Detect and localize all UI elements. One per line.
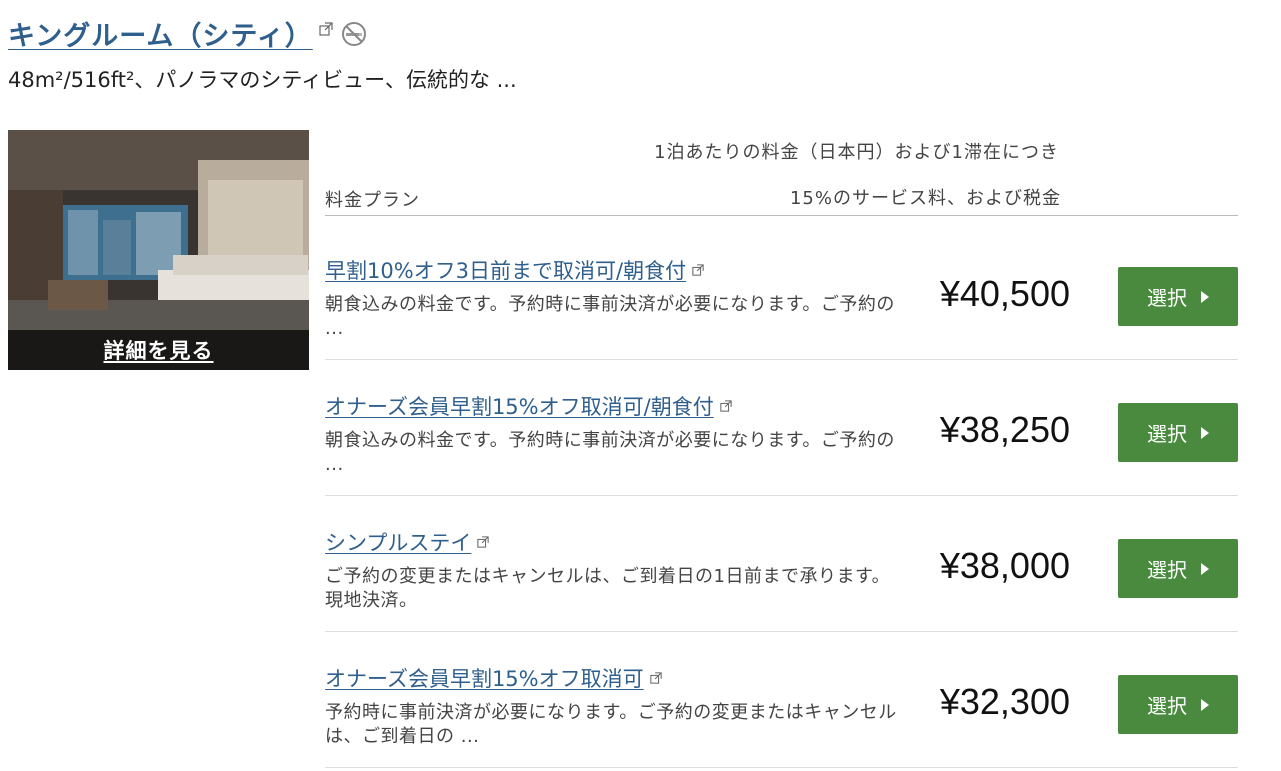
plan-description: 予約時に事前決済が必要になります。ご予約の変更またはキャンセルは、ご到着日の .… [325,702,897,747]
select-button[interactable]: 選択 [1118,403,1238,462]
select-button[interactable]: 選択 [1118,539,1238,598]
room-title-link[interactable]: キングルーム（シティ） [8,14,313,53]
plan-description: 朝食込みの料金です。予約時に事前決済が必要になります。ご予約の ... [325,430,895,475]
room-header: キングルーム（シティ） [8,14,367,53]
plan-name-label[interactable]: オナーズ会員早割15%オフ取消可/朝食付 [325,395,714,419]
select-button[interactable]: 選択 [1118,267,1238,326]
external-link-icon[interactable] [649,665,662,684]
select-button[interactable]: 選択 [1118,675,1238,734]
plan-price: ¥38,250 [939,409,1070,450]
plan-price: ¥40,500 [939,273,1070,314]
plan-description: 朝食込みの料金です。予約時に事前決済が必要になります。ご予約の ... [325,294,895,339]
caret-right-icon [1201,426,1209,439]
plan-name-link[interactable]: シンプルステイ [325,527,490,557]
plan-name-label[interactable]: シンプルステイ [325,531,471,555]
external-link-icon[interactable] [692,257,704,276]
plan-name-link[interactable]: オナーズ会員早割15%オフ取消可 [325,663,662,693]
plan-row: 早割10%オフ3日前まで取消可/朝食付 朝食込みの料金です。予約時に事前決済が必… [325,223,1238,360]
plan-row: シンプルステイ ご予約の変更またはキャンセルは、ご到着日の1日前まで承ります。現… [325,495,1238,632]
photo-overlay: 詳細を見る [8,330,309,370]
caret-right-icon [1201,698,1209,711]
select-button-label: 選択 [1147,422,1187,446]
plan-name-label[interactable]: オナーズ会員早割15%オフ取消可 [325,667,644,691]
room-photo[interactable]: 詳細を見る [8,130,309,370]
room-description: 48m²/516ft²、パノラマのシティビュー、伝統的な ... [8,68,517,92]
external-link-icon[interactable] [477,529,490,548]
header-divider [325,215,1238,216]
plan-price: ¥38,000 [939,545,1070,586]
external-link-icon[interactable] [720,393,732,412]
select-button-label: 選択 [1147,558,1187,582]
external-link-icon[interactable] [319,21,333,36]
service-fee-header: 15%のサービス料、および税金 [789,188,1061,209]
caret-right-icon [1201,290,1209,303]
select-button-label: 選択 [1147,694,1187,718]
plan-header: 料金プラン [325,190,420,211]
plan-price: ¥32,300 [939,681,1070,722]
caret-right-icon [1201,562,1209,575]
plan-name-link[interactable]: 早割10%オフ3日前まで取消可/朝食付 [325,255,704,285]
no-smoking-icon [341,21,367,47]
details-link[interactable]: 詳細を見る [104,335,214,365]
plan-row: オナーズ会員早割15%オフ取消可 予約時に事前決済が必要になります。ご予約の変更… [325,631,1238,768]
plan-description: ご予約の変更またはキャンセルは、ご到着日の1日前まで承ります。現地決済。 [325,566,891,611]
select-button-label: 選択 [1147,286,1187,310]
plan-row: オナーズ会員早割15%オフ取消可/朝食付 朝食込みの料金です。予約時に事前決済が… [325,359,1238,496]
plan-name-link[interactable]: オナーズ会員早割15%オフ取消可/朝食付 [325,391,732,421]
rate-header: 1泊あたりの料金（日本円）および1滞在につき [654,142,1059,163]
plan-name-label[interactable]: 早割10%オフ3日前まで取消可/朝食付 [325,259,686,283]
